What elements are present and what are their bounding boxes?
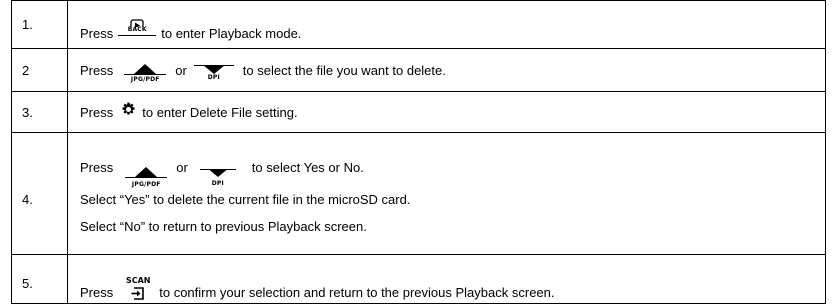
jpg-pdf-button-icon: JPG/PDF (124, 63, 167, 83)
or-text: or (176, 160, 188, 175)
step-row-2: 2 Press JPG/PDF or DPI to select the fil… (11, 48, 826, 92)
step-instruction: Press BACK to enter Playback mode. (67, 0, 826, 49)
press-text: Press (80, 285, 114, 300)
scan-label: SCAN (125, 276, 151, 285)
dpi-button-icon: DPI (199, 168, 236, 187)
jpg-pdf-label: JPG/PDF (130, 75, 160, 83)
or-text: or (175, 62, 187, 78)
press-text: Press (80, 160, 114, 175)
step-number: 2 (11, 48, 68, 92)
step-text: to select Yes or No. (251, 160, 364, 175)
steps-table: 1. Press BACK to enter Playback mode. 2 (11, 0, 826, 304)
yes-instruction: Select “Yes” to delete the current file … (80, 192, 411, 207)
step-number: 5. (11, 254, 68, 304)
jpg-pdf-button-icon: JPG/PDF (125, 167, 168, 188)
dpi-button-icon: DPI (193, 65, 234, 81)
step-text: to select the file you want to delete. (242, 62, 446, 78)
up-triangle-icon (134, 63, 157, 74)
back-button-icon: BACK (118, 18, 157, 36)
dpi-label: DPI (207, 74, 220, 81)
step-number: 1. (11, 0, 68, 49)
step-number: 4. (11, 132, 68, 255)
press-text: Press (80, 104, 114, 120)
step-row-4: 4. Press JPG/PDF or DPI to select Yes or… (11, 132, 826, 255)
step-instruction: Press SCAN to confirm your selection and… (67, 254, 826, 304)
step-text: to enter Playback mode. (161, 26, 302, 41)
down-triangle-icon (208, 168, 228, 177)
enter-icon (131, 287, 145, 300)
dpi-label: DPI (211, 179, 224, 187)
gear-icon (122, 102, 135, 115)
step-row-5: 5. Press SCAN to confirm your selection … (11, 254, 826, 304)
down-triangle-icon (202, 65, 225, 74)
press-text: Press (80, 62, 114, 78)
step-number: 3. (11, 91, 68, 133)
step-text: to enter Delete File setting. (142, 104, 298, 120)
step-instruction: Press JPG/PDF or DPI (67, 48, 826, 92)
step-instruction: Press JPG/PDF or DPI (67, 132, 826, 255)
back-label: BACK (126, 25, 148, 33)
press-text: Press (80, 26, 114, 41)
up-triangle-icon (135, 167, 158, 177)
step-row-1: 1. Press BACK to enter Playback mode. (11, 0, 826, 49)
scan-button-icon: SCAN (123, 277, 153, 300)
step-instruction: Press to enter Delete File setting. (67, 91, 826, 133)
step-row-3: 3. Press to enter Delete File setting. (11, 91, 826, 133)
step-text: to confirm your selection and return to … (159, 285, 555, 300)
jpg-pdf-label: JPG/PDF (131, 181, 161, 188)
no-instruction: Select “No” to return to previous Playba… (80, 219, 367, 234)
